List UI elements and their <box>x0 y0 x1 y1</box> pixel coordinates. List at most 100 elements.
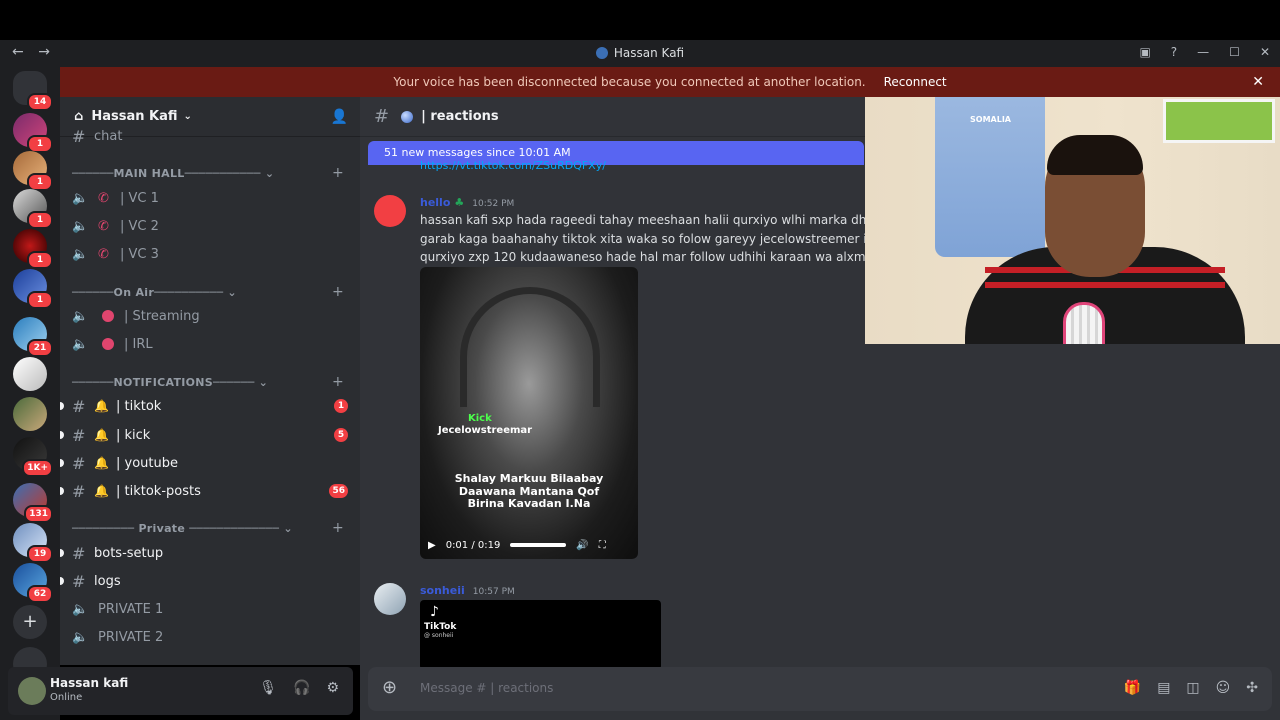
server-icon-4[interactable]: 1 <box>13 229 53 269</box>
server-icon-3[interactable]: 1 <box>13 189 53 229</box>
tiktok-logo-icon: ♪ <box>430 604 439 620</box>
banner-message: Your voice has been disconnected because… <box>393 75 866 89</box>
channel-label: | tiktok-posts <box>116 483 201 499</box>
sticker-icon[interactable]: ◫ <box>1186 680 1199 696</box>
voice-channel-irl[interactable]: 🔈 | IRL <box>72 332 352 356</box>
avatar[interactable] <box>18 677 46 705</box>
voice-channel-vc3[interactable]: 🔈 ✆ | VC 3 <box>72 242 352 266</box>
category-private[interactable]: ───────── Private ───────────── ⌄ + <box>72 520 344 536</box>
hash-icon: # <box>374 106 390 127</box>
channel-label: chat <box>94 129 123 143</box>
server-badge: 62 <box>27 585 53 603</box>
server-icon-5[interactable]: 1 <box>13 269 53 309</box>
server-icon-9[interactable]: 1K+ <box>13 437 53 477</box>
gift-icon[interactable]: 🎁 <box>1124 680 1141 696</box>
server-icon-10[interactable]: 131 <box>13 483 53 523</box>
caption-line: Birina Kavadan I.Na <box>467 497 591 510</box>
chevron-down-icon: ⌄ <box>183 111 192 122</box>
category-on-air[interactable]: ──────On Air────────── ⌄ + <box>72 284 344 300</box>
server-badge: 1 <box>27 291 53 309</box>
add-channel-icon[interactable]: + <box>332 374 344 390</box>
video-attachment[interactable]: Kick Jecelowstreemar Shalay Markuu Bilaa… <box>420 267 638 559</box>
play-icon[interactable]: ▶ <box>428 540 436 551</box>
category-notifications[interactable]: ──────NOTIFICATIONS────── ⌄ + <box>72 374 344 390</box>
channel-label: PRIVATE 1 <box>98 601 164 617</box>
add-server-icon[interactable]: + <box>13 605 47 639</box>
voice-channel-vc2[interactable]: 🔈 ✆ | VC 2 <box>72 214 352 238</box>
message-input[interactable]: Message # | reactions <box>420 681 553 695</box>
avatar[interactable] <box>374 583 406 615</box>
speaker-icon: 🔈 <box>72 336 89 352</box>
server-icon-2[interactable]: 1 <box>13 151 53 191</box>
channel-logs[interactable]: # logs <box>60 569 352 593</box>
server-icon-8[interactable] <box>13 397 47 431</box>
banner-close-icon[interactable]: ✕ <box>1252 74 1264 90</box>
server-icon-7[interactable] <box>13 357 47 391</box>
invite-people-icon[interactable]: 👤 <box>331 109 348 125</box>
record-dot-icon <box>102 310 114 322</box>
channel-tiktok-posts[interactable]: # 🔔 | tiktok-posts 56 <box>60 479 352 503</box>
fullscreen-icon[interactable]: ⛶ <box>599 540 606 551</box>
server-icon-6[interactable]: 21 <box>13 317 53 357</box>
channel-label: | VC 1 <box>120 190 159 206</box>
channel-label: | youtube <box>116 455 178 471</box>
tiktok-link[interactable]: https://vt.tiktok.com/ZSuRDQFXy/ <box>420 159 606 172</box>
avatar[interactable] <box>374 195 406 227</box>
close-window-icon[interactable]: ✕ <box>1260 45 1270 59</box>
unread-indicator <box>60 402 64 410</box>
volume-slider[interactable] <box>510 543 567 547</box>
attach-plus-icon[interactable]: ⊕ <box>382 677 397 698</box>
wall-frame <box>1163 99 1275 143</box>
voice-channel-streaming[interactable]: 🔈 | Streaming <box>72 304 352 328</box>
gif-icon[interactable]: ▤ <box>1157 680 1170 696</box>
speaker-icon: 🔈 <box>72 246 89 262</box>
channel-label: | VC 2 <box>120 218 159 234</box>
category-main-hall[interactable]: ──────MAIN HALL─────────── ⌄ + <box>72 165 344 181</box>
voice-channel-vc1[interactable]: 🔈 ✆ | VC 1 <box>72 186 352 210</box>
composer-icons: 🎁 ▤ ◫ ☺ ✣ <box>1124 680 1258 696</box>
channel-bots-setup[interactable]: # bots-setup <box>60 541 352 565</box>
add-channel-icon[interactable]: + <box>332 165 344 181</box>
microphone-icon[interactable]: 🎙 <box>259 680 277 696</box>
channel-tiktok[interactable]: # 🔔 | tiktok 1 <box>60 394 352 418</box>
globe-icon <box>401 110 414 123</box>
caption-line: Shalay Markuu Bilaabay <box>454 472 604 485</box>
server-name: Hassan Kafi <box>91 109 178 124</box>
user-controls: 🎙 🎧 ⚙ <box>259 680 339 696</box>
mention-badge: 5 <box>334 428 348 442</box>
tiktok-user: @ sonheii <box>424 632 454 639</box>
add-channel-icon[interactable]: + <box>332 520 344 536</box>
server-icon-1[interactable]: 1 <box>13 113 53 153</box>
channel-youtube[interactable]: # 🔔 | youtube <box>60 451 352 475</box>
tiktok-embed[interactable]: ♪ TikTok @ sonheii <box>420 600 661 670</box>
user-name[interactable]: Hassan kafi <box>50 676 128 690</box>
speaker-icon: 🔈 <box>72 218 89 234</box>
maximize-icon[interactable]: ☐ <box>1229 45 1240 59</box>
discord-home-icon[interactable]: 14 <box>13 71 53 111</box>
voice-channel-private2[interactable]: 🔈 PRIVATE 2 <box>72 625 352 649</box>
bell-icon: 🔔 <box>94 484 109 498</box>
author-name[interactable]: sonheii <box>420 584 465 597</box>
message-author[interactable]: sonheii 10:57 PM <box>420 584 515 597</box>
apps-icon[interactable]: ✣ <box>1246 680 1258 696</box>
jersey-stripe <box>985 282 1225 288</box>
settings-gear-icon[interactable]: ⚙ <box>326 680 339 696</box>
inbox-icon[interactable]: ▣ <box>1139 45 1150 59</box>
minimize-icon[interactable]: — <box>1197 45 1209 59</box>
category-label: MAIN HALL <box>113 167 185 180</box>
server-icon-11[interactable]: 19 <box>13 523 53 563</box>
channel-chat[interactable]: # chat <box>72 129 352 143</box>
server-icon-12[interactable]: 62 <box>13 563 53 603</box>
help-icon[interactable]: ? <box>1171 45 1177 59</box>
message-composer[interactable]: ⊕ Message # | reactions 🎁 ▤ ◫ ☺ ✣ <box>368 667 1272 711</box>
author-name[interactable]: hello <box>420 196 450 209</box>
message-author[interactable]: hello ♣ 10:52 PM <box>420 196 514 209</box>
volume-icon[interactable]: 🔊 <box>576 540 588 551</box>
reconnect-button[interactable]: Reconnect <box>884 75 947 89</box>
channel-kick[interactable]: # 🔔 | kick 5 <box>60 423 352 447</box>
headphones-icon[interactable]: 🎧 <box>293 680 310 696</box>
emoji-icon[interactable]: ☺ <box>1216 680 1231 696</box>
video-caption: Shalay Markuu Bilaabay Daawana Mantana Q… <box>420 472 638 511</box>
voice-channel-private1[interactable]: 🔈 PRIVATE 1 <box>72 597 352 621</box>
add-channel-icon[interactable]: + <box>332 284 344 300</box>
